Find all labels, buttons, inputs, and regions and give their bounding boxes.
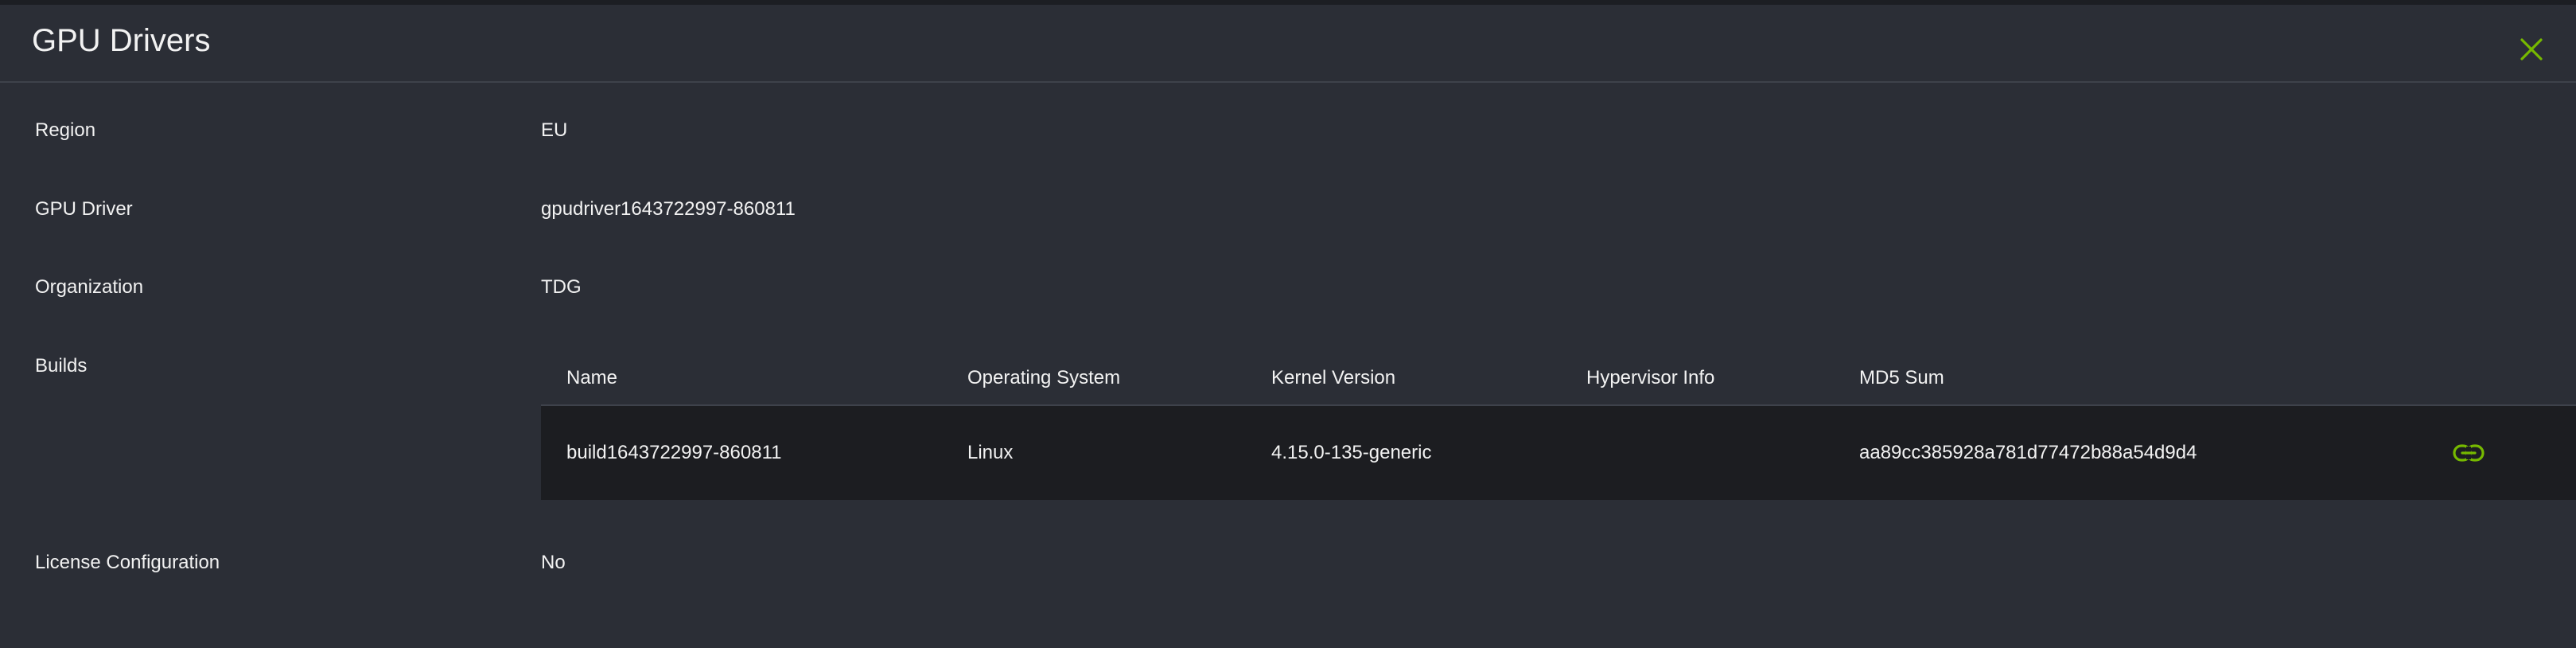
organization-label: Organization [35, 276, 144, 298]
region-label: Region [35, 119, 96, 141]
region-value: EU [541, 119, 568, 141]
close-button[interactable] [2514, 32, 2549, 67]
close-icon [2520, 38, 2543, 61]
md5-sum-cell: aa89cc385928a781d77472b88a54d9d4 [1859, 442, 2197, 463]
organization-value: TDG [541, 276, 582, 298]
column-header-hypervisor-info: Hypervisor Info [1586, 367, 1715, 388]
dialog-header: GPU Drivers [0, 5, 2576, 83]
build-name-cell: build1643722997-860811 [566, 442, 782, 463]
kernel-version-cell: 4.15.0-135-generic [1271, 442, 1432, 463]
builds-table: Name Operating System Kernel Version Hyp… [541, 350, 2576, 500]
builds-table-header: Name Operating System Kernel Version Hyp… [541, 350, 2576, 406]
column-header-name: Name [566, 367, 618, 388]
dialog-title: GPU Drivers [32, 23, 211, 58]
gpu-driver-label: GPU Driver [35, 198, 133, 220]
column-header-md5-sum: MD5 Sum [1859, 367, 1944, 388]
build-link-button[interactable] [2450, 438, 2487, 468]
license-configuration-label: License Configuration [35, 552, 220, 573]
license-configuration-value: No [541, 552, 566, 573]
table-row: build1643722997-860811 Linux 4.15.0-135-… [541, 406, 2576, 500]
gpu-driver-value: gpudriver1643722997-860811 [541, 198, 796, 220]
column-header-operating-system: Operating System [967, 367, 1121, 388]
operating-system-cell: Linux [967, 442, 1014, 463]
builds-label: Builds [35, 355, 88, 377]
link-icon [2453, 444, 2485, 462]
column-header-kernel-version: Kernel Version [1271, 367, 1396, 388]
